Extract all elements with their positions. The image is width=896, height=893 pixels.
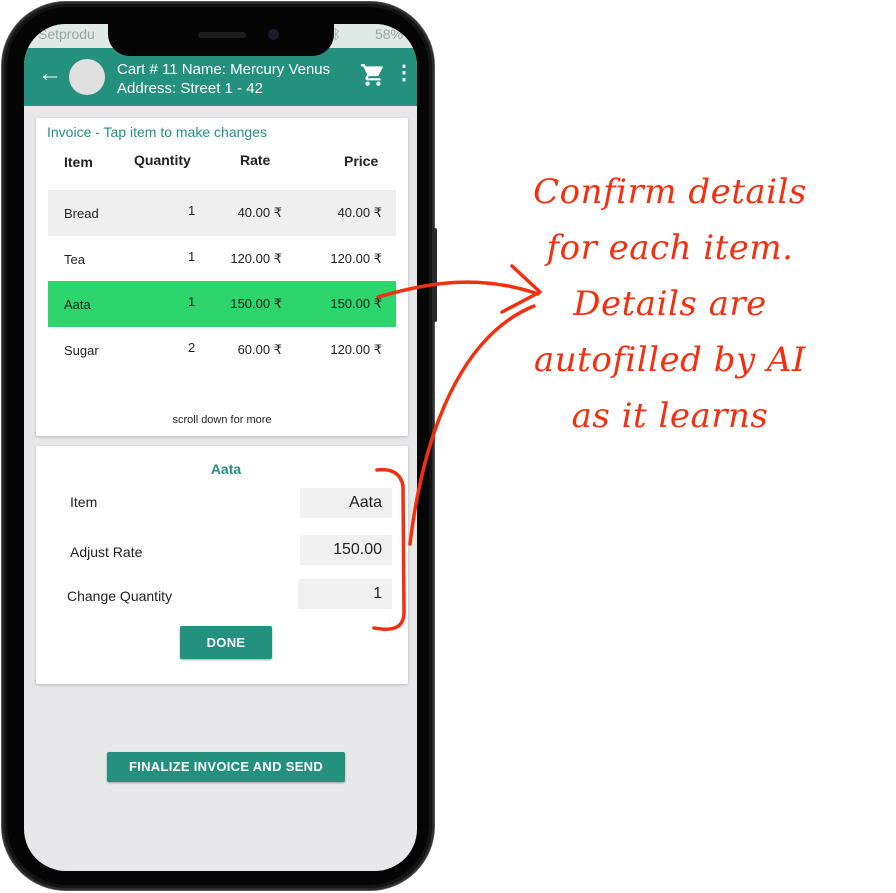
front-camera-icon xyxy=(268,29,279,40)
row-rate: 150.00 ₹ xyxy=(230,296,282,311)
adjust-rate-label: Adjust Rate xyxy=(70,544,143,560)
phone-screen: Setprodu ᛒ 58% ← Cart # 11 Name: Mercury… xyxy=(24,24,417,871)
phone-frame: Setprodu ᛒ 58% ← Cart # 11 Name: Mercury… xyxy=(2,2,437,890)
avatar[interactable] xyxy=(69,59,105,95)
row-quantity: 1 xyxy=(188,249,196,264)
finalize-invoice-button[interactable]: FINALIZE INVOICE AND SEND xyxy=(107,752,345,782)
row-item: Sugar xyxy=(64,343,99,358)
adjust-rate-input[interactable]: 150.00 xyxy=(300,535,392,565)
row-quantity: 2 xyxy=(188,340,196,355)
speaker-grille xyxy=(198,32,246,38)
table-row-selected[interactable]: Aata 1 150.00 ₹ 150.00 ₹ xyxy=(48,281,396,327)
cart-icon[interactable] xyxy=(360,62,386,93)
table-row[interactable]: Bread 1 40.00 ₹ 40.00 ₹ xyxy=(48,190,396,236)
change-quantity-label: Change Quantity xyxy=(67,588,173,604)
row-rate: 120.00 ₹ xyxy=(230,251,282,266)
edit-item-title: Aata xyxy=(210,461,242,477)
back-arrow-icon[interactable]: ← xyxy=(38,62,62,86)
cart-title: Cart # 11 Name: Mercury Venus xyxy=(117,61,331,78)
row-quantity: 1 xyxy=(188,294,196,309)
more-vert-icon[interactable]: ⋮ xyxy=(394,63,414,83)
column-header-quantity: Quantity xyxy=(134,152,191,168)
invoice-card: Invoice - Tap item to make changes Item … xyxy=(36,118,408,436)
annotation-line: as it learns xyxy=(571,396,769,436)
carrier-label: Setprodu xyxy=(38,26,95,42)
annotation-line: Details are xyxy=(573,284,767,324)
annotation-line: for each item. xyxy=(546,228,794,268)
app-bar: ← Cart # 11 Name: Mercury Venus Address:… xyxy=(24,48,417,106)
row-item: Bread xyxy=(64,206,99,221)
annotation-line: Confirm details xyxy=(533,172,807,212)
column-header-item: Item xyxy=(64,154,93,170)
scroll-hint: scroll down for more xyxy=(172,414,272,426)
change-quantity-input[interactable]: 1 xyxy=(298,579,392,609)
invoice-title: Invoice - Tap item to make changes xyxy=(47,124,267,140)
row-price: 150.00 ₹ xyxy=(330,296,382,311)
table-row[interactable]: Sugar 2 60.00 ₹ 120.00 ₹ xyxy=(48,327,396,373)
invoice-table-header: Item Quantity Rate Price xyxy=(36,150,408,176)
phone-side-button xyxy=(432,228,437,322)
item-label: Item xyxy=(70,494,98,510)
row-item: Tea xyxy=(64,252,85,267)
row-price: 120.00 ₹ xyxy=(330,251,382,266)
row-quantity: 1 xyxy=(188,203,196,218)
row-rate: 60.00 ₹ xyxy=(237,342,282,357)
row-item: Aata xyxy=(64,297,91,312)
row-price: 120.00 ₹ xyxy=(330,342,382,357)
item-field[interactable]: Aata xyxy=(300,488,392,518)
column-header-price: Price xyxy=(344,153,379,169)
annotation-callout: Confirm details for each item. Details a… xyxy=(500,164,840,444)
annotation-line: autofilled by AI xyxy=(534,340,806,380)
row-rate: 40.00 ₹ xyxy=(237,205,282,220)
notch xyxy=(108,24,334,56)
battery-label: 58% xyxy=(374,26,403,42)
cart-address: Address: Street 1 - 42 xyxy=(117,80,263,97)
done-button[interactable]: DONE xyxy=(180,626,272,659)
table-row[interactable]: Tea 1 120.00 ₹ 120.00 ₹ xyxy=(48,236,396,282)
row-price: 40.00 ₹ xyxy=(337,205,382,220)
column-header-rate: Rate xyxy=(240,152,271,168)
